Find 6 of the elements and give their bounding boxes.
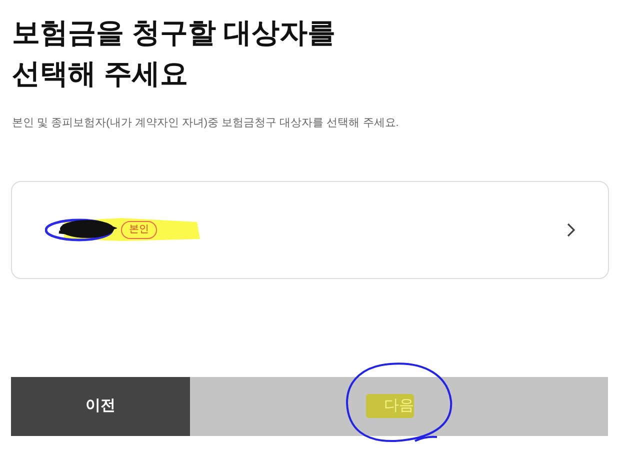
page-title: 보험금을 청구할 대상자를 선택해 주세요 [12,16,336,91]
self-badge: 본인 [121,221,157,239]
description: 본인 및 종피보험자(내가 계약자인 자녀)중 보험금청구 대상자를 선택해 주세요. [12,116,399,131]
chevron-right-icon [566,222,576,238]
previous-button[interactable]: 이전 [11,377,190,436]
person-card[interactable]: 본인 [11,181,609,279]
